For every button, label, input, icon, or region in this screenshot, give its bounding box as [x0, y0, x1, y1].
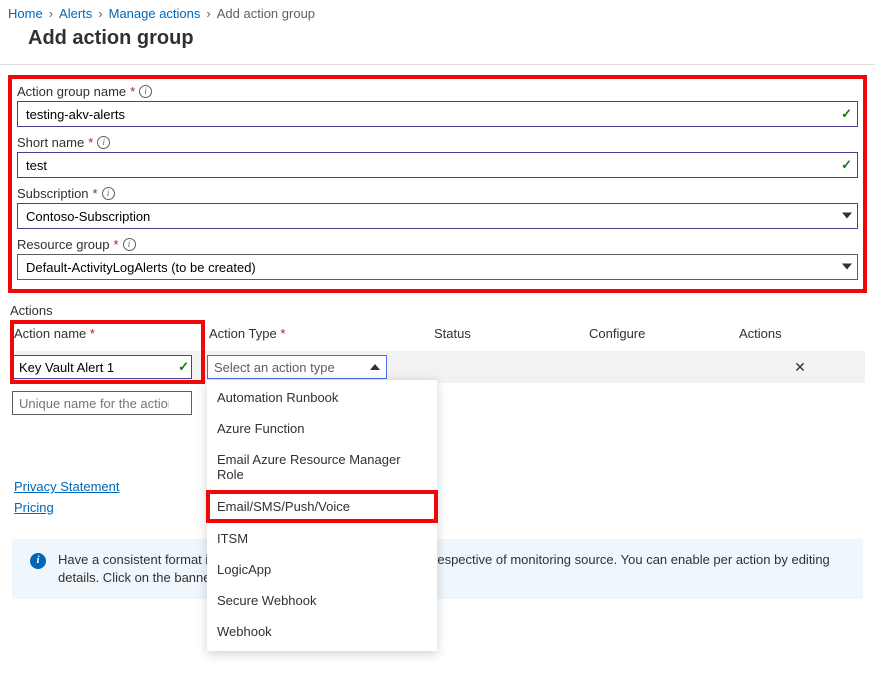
check-icon: ✓ — [841, 106, 852, 122]
subscription-label: Subscription * i — [15, 184, 860, 203]
info-icon[interactable]: i — [97, 136, 110, 149]
col-header-name: Action name * — [14, 326, 209, 341]
breadcrumb-current: Add action group — [217, 6, 315, 21]
divider — [0, 64, 875, 65]
actions-section-label: Actions — [0, 299, 875, 320]
col-header-configure: Configure — [589, 326, 739, 341]
dropdown-item[interactable]: LogicApp — [207, 554, 437, 585]
breadcrumb-home[interactable]: Home — [8, 6, 43, 21]
action-group-name-input[interactable] — [17, 101, 858, 127]
dropdown-item[interactable]: Email Azure Resource Manager Role — [207, 444, 437, 490]
chevron-right-icon: › — [98, 6, 102, 21]
dropdown-item[interactable]: ITSM — [207, 523, 437, 554]
dropdown-item[interactable]: Automation Runbook — [207, 382, 437, 413]
action-name-input-new[interactable] — [12, 391, 192, 415]
breadcrumb-manage-actions[interactable]: Manage actions — [109, 6, 201, 21]
action-type-dropdown: Automation RunbookAzure FunctionEmail Az… — [207, 379, 437, 651]
table-header-row: Action name * Action Type * Status Confi… — [10, 320, 865, 351]
pricing-link[interactable]: Pricing — [14, 500, 875, 515]
dropdown-item[interactable]: Secure Webhook — [207, 585, 437, 616]
info-banner-text: Have a consistent format in email subjec… — [58, 551, 845, 587]
col-header-type: Action Type * — [209, 326, 434, 341]
table-row — [10, 387, 865, 419]
short-name-input[interactable] — [17, 152, 858, 178]
action-type-select[interactable]: Select an action type — [207, 355, 387, 379]
required-indicator: * — [114, 237, 119, 252]
col-header-status: Status — [434, 326, 589, 341]
breadcrumb: Home › Alerts › Manage actions › Add act… — [0, 0, 875, 25]
required-indicator: * — [90, 326, 95, 341]
check-icon: ✓ — [178, 359, 189, 375]
required-indicator: * — [88, 135, 93, 150]
required-indicator: * — [280, 326, 285, 341]
chevron-up-icon — [370, 364, 380, 370]
info-banner[interactable]: i Have a consistent format in email subj… — [12, 539, 863, 599]
chevron-right-icon: › — [206, 6, 210, 21]
footer-links: Privacy Statement Pricing — [14, 479, 875, 515]
check-icon: ✓ — [841, 157, 852, 173]
page-title: Add action group — [0, 25, 875, 64]
dropdown-item[interactable]: Webhook — [207, 616, 437, 647]
short-name-label: Short name * i — [15, 133, 860, 152]
required-indicator: * — [130, 84, 135, 99]
delete-row-button[interactable]: ✕ — [737, 359, 863, 376]
subscription-select[interactable] — [17, 203, 858, 229]
resource-group-select[interactable] — [17, 254, 858, 280]
table-row: ✓ Select an action type Automation Runbo… — [10, 351, 865, 383]
dropdown-item[interactable]: Azure Function — [207, 413, 437, 444]
actions-table-area: Action name * Action Type * Status Confi… — [0, 320, 875, 419]
info-icon: i — [30, 553, 46, 569]
info-icon[interactable]: i — [102, 187, 115, 200]
required-indicator: * — [93, 186, 98, 201]
chevron-right-icon: › — [49, 6, 53, 21]
info-icon[interactable]: i — [123, 238, 136, 251]
action-group-basics-form: Action group name * i ✓ Short name * i ✓… — [8, 75, 867, 293]
breadcrumb-alerts[interactable]: Alerts — [59, 6, 92, 21]
info-icon[interactable]: i — [139, 85, 152, 98]
resource-group-label: Resource group * i — [15, 235, 860, 254]
action-group-name-label: Action group name * i — [15, 82, 860, 101]
col-header-actions: Actions — [739, 326, 861, 341]
action-type-placeholder: Select an action type — [214, 360, 335, 375]
action-name-input[interactable] — [12, 355, 192, 379]
privacy-statement-link[interactable]: Privacy Statement — [14, 479, 875, 494]
dropdown-item[interactable]: Email/SMS/Push/Voice — [206, 490, 438, 523]
